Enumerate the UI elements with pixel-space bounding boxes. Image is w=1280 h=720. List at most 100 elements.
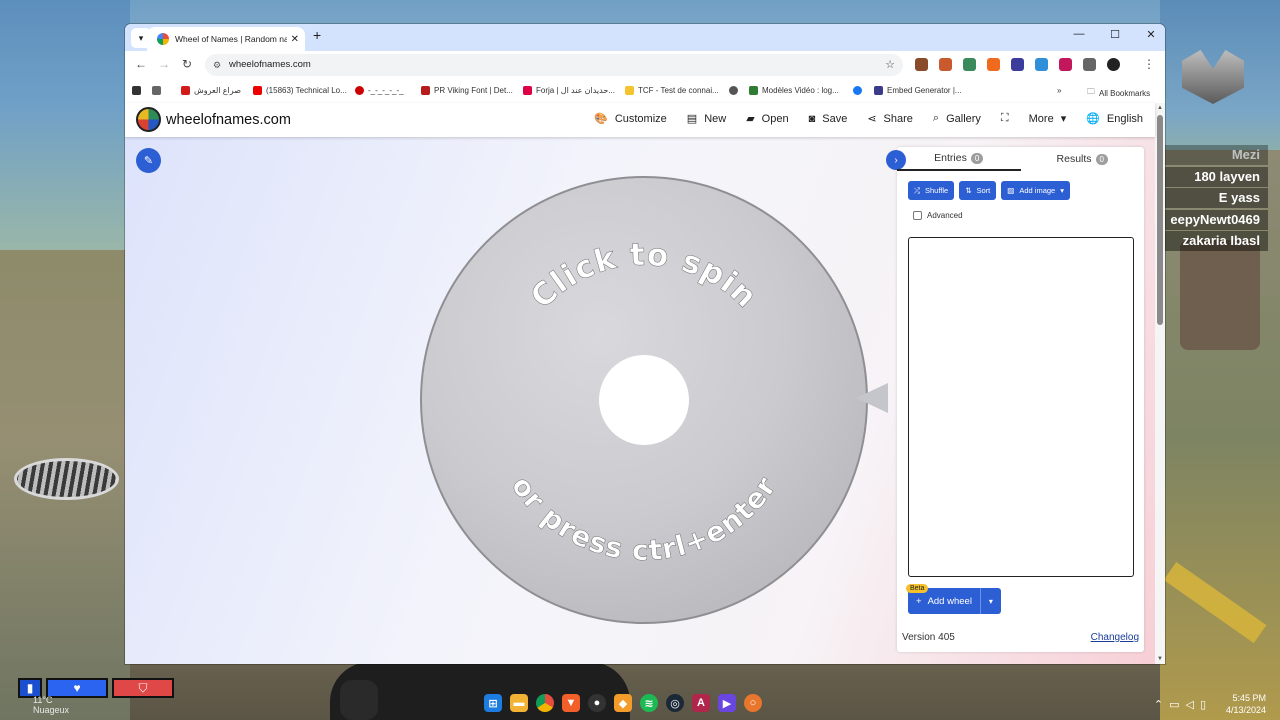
- url-text: wheelofnames.com: [229, 59, 311, 70]
- spotify-icon[interactable]: ≋: [640, 694, 658, 712]
- globe-icon[interactable]: [729, 86, 738, 95]
- site-logo[interactable]: [136, 107, 161, 132]
- chevron-up-icon[interactable]: ⌃: [1154, 698, 1163, 711]
- extension-icon[interactable]: [1059, 58, 1072, 71]
- bookmark-item[interactable]: -_-_-_-_-_: [355, 86, 404, 95]
- tab-strip: ▾ Wheel of Names | Random nam ✕ + — ☐ ✕: [125, 24, 1165, 51]
- more-bookmarks-icon[interactable]: »: [1057, 86, 1061, 95]
- clock[interactable]: 5:45 PM 4/13/2024: [1226, 692, 1266, 716]
- search-icon: ⌕: [932, 112, 940, 124]
- puzzle-icon[interactable]: [1083, 58, 1096, 71]
- extension-icon[interactable]: [1035, 58, 1048, 71]
- facebook-icon[interactable]: [853, 86, 862, 95]
- chrome-icon[interactable]: [536, 694, 554, 712]
- chevron-down-icon: ▾: [1060, 113, 1067, 125]
- nav-open[interactable]: ▰ Open: [746, 112, 788, 126]
- nav-gallery[interactable]: ⌕ Gallery: [933, 112, 981, 125]
- changelog-link[interactable]: Changelog: [1091, 632, 1139, 643]
- battery-icon[interactable]: ▯: [1200, 698, 1206, 711]
- grid-icon[interactable]: [152, 86, 161, 95]
- sort-icon: ⇅: [965, 186, 972, 195]
- back-icon[interactable]: ←: [135, 57, 147, 71]
- scroll-down-icon[interactable]: ▼: [1157, 656, 1163, 662]
- forward-icon[interactable]: →: [158, 57, 170, 71]
- menu-icon[interactable]: ⋮: [1143, 57, 1155, 71]
- bookmark-item[interactable]: Embed Generator |...: [874, 86, 962, 95]
- file-explorer-icon[interactable]: ▬: [510, 694, 528, 712]
- bookmark-item[interactable]: صراع العروش: [181, 86, 241, 95]
- scroll-up-icon[interactable]: ▲: [1157, 105, 1163, 111]
- add-image-button[interactable]: ▨ Add image ▾: [1001, 181, 1070, 200]
- clock-time: 5:45 PM: [1232, 693, 1266, 703]
- advanced-toggle[interactable]: Advanced: [913, 211, 963, 220]
- nav-save[interactable]: ◙ Save: [809, 113, 848, 125]
- killfeed: Mezi 180 layven E yass eepyNewt0469 zaka…: [1153, 145, 1268, 253]
- advanced-checkbox[interactable]: [913, 211, 922, 220]
- bookmark-item[interactable]: Forja | حديدان عند ال...: [523, 86, 615, 95]
- extension-icon[interactable]: [1011, 58, 1024, 71]
- taskbar-apps: ⊞ ▬ ▼ ● ◆ ≋ ◎ A ▶ ○: [484, 694, 762, 712]
- add-wheel-dropdown[interactable]: ▾: [979, 588, 1001, 614]
- save-icon: ◙: [808, 112, 816, 125]
- apps-icon[interactable]: [132, 86, 141, 95]
- app-icon[interactable]: ▶: [718, 694, 736, 712]
- profile-avatar[interactable]: [1107, 58, 1120, 71]
- close-tab-icon[interactable]: ✕: [291, 34, 299, 45]
- reload-icon[interactable]: ↻: [182, 57, 192, 71]
- nav-customize[interactable]: 🎨 Customize: [594, 112, 667, 126]
- spin-wheel[interactable]: Click to spin or press ctrl+enter: [419, 175, 869, 625]
- killfeed-row: E yass: [1153, 188, 1268, 208]
- bookmark-item[interactable]: Modèles Vidéo : log...: [749, 86, 839, 95]
- scroll-thumb[interactable]: [1157, 115, 1163, 325]
- taskbar: ⊞ ▬ ▼ ● ◆ ≋ ◎ A ▶ ○ ⌃ ▭ ◁ ▯ 5:45 PM 4/13…: [0, 688, 1280, 720]
- entries-panel: › Entries 0 Results 0 ⤮ Shuffle ⇅ Sort ▨ Ad…: [886, 147, 1145, 652]
- tab-entries[interactable]: Entries 0: [897, 147, 1021, 171]
- network-icon[interactable]: ▭: [1169, 698, 1179, 711]
- shuffle-button[interactable]: ⤮ Shuffle: [908, 181, 955, 200]
- nav-language[interactable]: 🌐 English: [1086, 112, 1143, 126]
- volume-icon[interactable]: ◁: [1185, 698, 1193, 711]
- bookmark-star-icon[interactable]: ☆: [885, 54, 895, 76]
- site-name[interactable]: wheelofnames.com: [166, 112, 291, 128]
- browser-window: ▾ Wheel of Names | Random nam ✕ + — ☐ ✕ …: [125, 24, 1165, 664]
- pencil-icon[interactable]: ✎: [136, 148, 161, 173]
- extension-icon[interactable]: [915, 58, 928, 71]
- extension-icon[interactable]: [987, 58, 1000, 71]
- github-icon[interactable]: ●: [588, 694, 606, 712]
- wheel-pointer: [856, 383, 888, 413]
- bookmark-item[interactable]: PR Viking Font | Det...: [421, 86, 513, 95]
- address-bar[interactable]: ⚙ wheelofnames.com ☆: [205, 54, 903, 76]
- brave-icon[interactable]: ▼: [562, 694, 580, 712]
- bookmark-item[interactable]: (15863) Technical Lo...: [253, 86, 347, 95]
- drain-grate: [14, 458, 119, 500]
- tab-results[interactable]: Results 0: [1021, 147, 1145, 171]
- app-icon[interactable]: ○: [744, 694, 762, 712]
- app-icon[interactable]: A: [692, 694, 710, 712]
- extension-icon[interactable]: [963, 58, 976, 71]
- share-icon: ⋖: [867, 113, 877, 125]
- site-header: wheelofnames.com 🎨 Customize ▤ New ▰ Open ◙…: [125, 103, 1155, 137]
- app-icon[interactable]: ◆: [614, 694, 632, 712]
- steam-icon[interactable]: ◎: [666, 694, 684, 712]
- nav-new[interactable]: ▤ New: [687, 112, 726, 126]
- all-bookmarks[interactable]: 🗀 All Bookmarks: [1087, 86, 1150, 100]
- browser-tab[interactable]: Wheel of Names | Random nam ✕: [147, 27, 305, 51]
- folder-open-icon: ▰: [746, 113, 755, 125]
- nav-share[interactable]: ⋖ Share: [867, 112, 913, 126]
- entries-textarea[interactable]: [908, 237, 1134, 577]
- site-info-icon[interactable]: ⚙: [213, 54, 221, 76]
- sea-left: [0, 0, 130, 260]
- window-controls: — ☐ ✕: [1071, 28, 1159, 41]
- nav-more[interactable]: More ▾: [1029, 112, 1067, 126]
- page-scrollbar[interactable]: ▲ ▼: [1155, 103, 1165, 664]
- new-tab-icon[interactable]: +: [313, 27, 321, 43]
- close-window-icon[interactable]: ✕: [1143, 28, 1159, 41]
- windows-start-icon[interactable]: ⊞: [484, 694, 502, 712]
- palette-icon: 🎨: [594, 113, 608, 125]
- bookmark-item[interactable]: TCF - Test de connai...: [625, 86, 719, 95]
- minimize-icon[interactable]: —: [1071, 28, 1087, 41]
- extension-icon[interactable]: [939, 58, 952, 71]
- maximize-icon[interactable]: ☐: [1107, 28, 1123, 41]
- nav-fullscreen[interactable]: ⛶: [1001, 112, 1009, 125]
- sort-button[interactable]: ⇅ Sort: [959, 181, 997, 200]
